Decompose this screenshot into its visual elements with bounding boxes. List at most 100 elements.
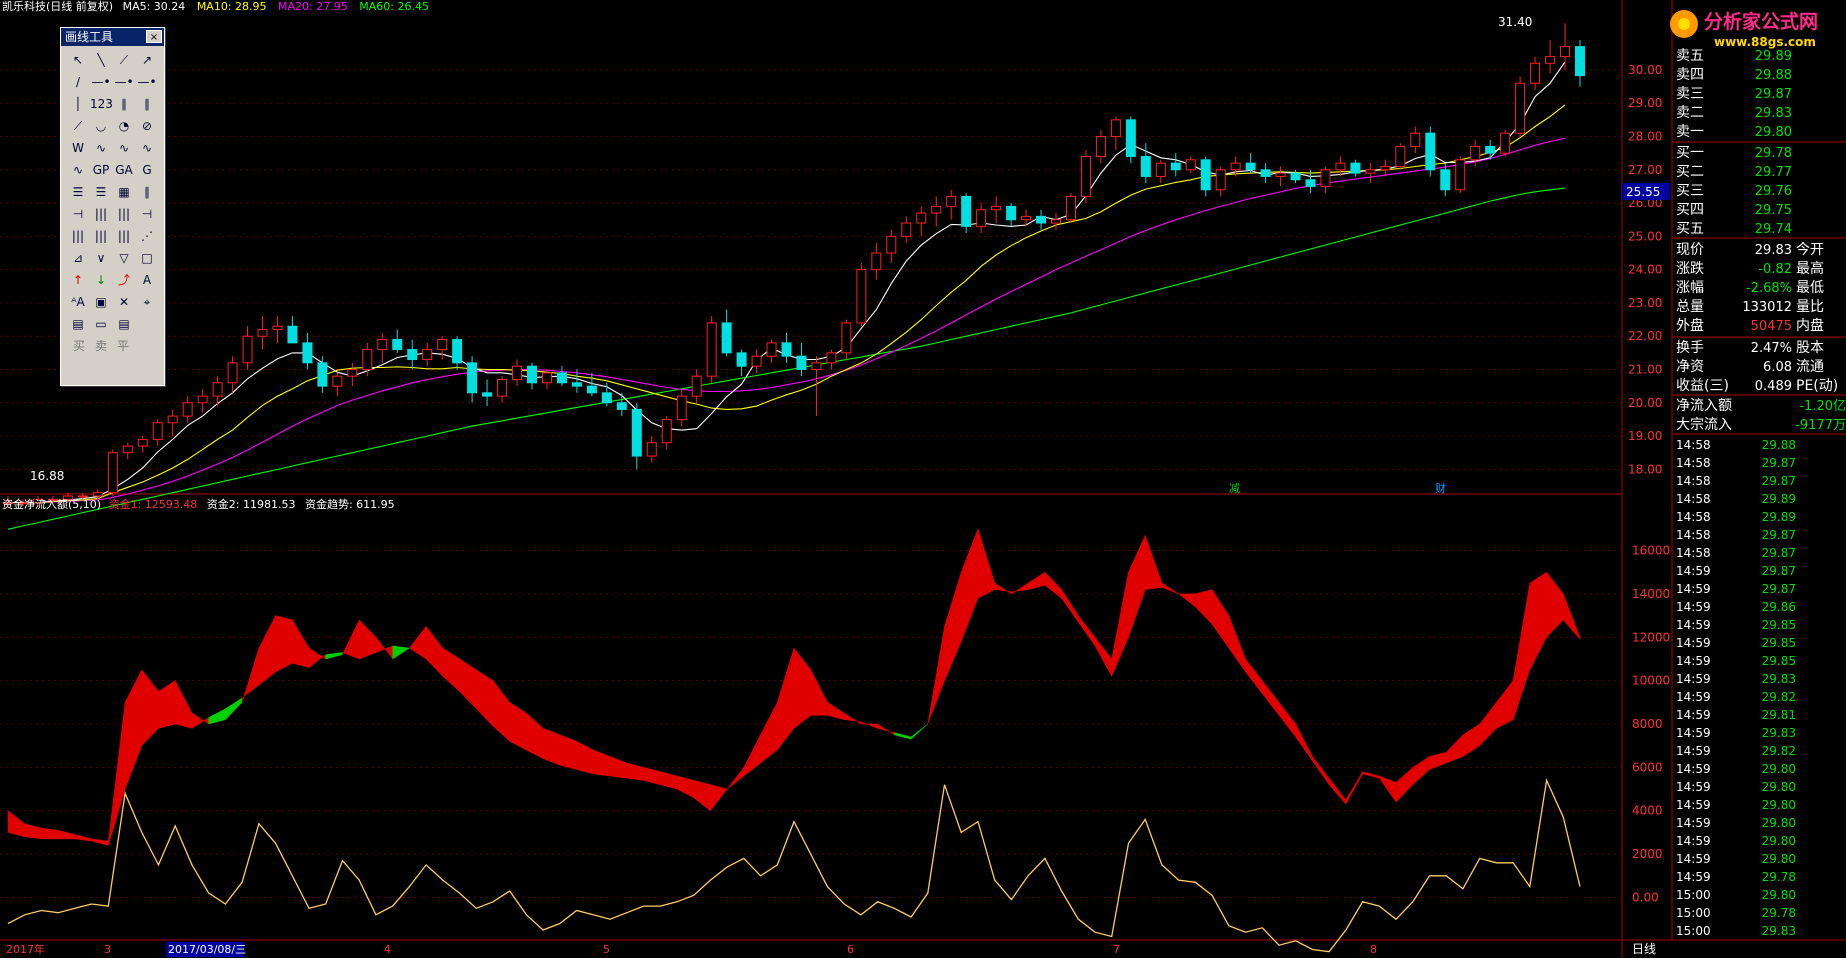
candle-body[interactable] [362,349,373,370]
drawing-tool-icon-24[interactable]: ☰ [67,181,89,203]
candle-body[interactable] [1110,119,1121,137]
candle-body[interactable] [1545,56,1556,64]
candle-body[interactable] [1515,82,1526,134]
drawing-tool-icon-9[interactable]: 123 [90,93,113,115]
candle-body[interactable] [452,339,463,364]
candle-body[interactable] [736,352,747,367]
drawing-tool-icon-13[interactable]: ◡ [90,115,112,137]
drawing-tool-icon-42[interactable]: ⤴ [113,269,135,291]
candle-body[interactable] [826,352,837,364]
candle-body[interactable] [272,325,283,331]
candle-body[interactable] [886,235,897,254]
candle-body[interactable] [1155,162,1166,177]
candle-body[interactable] [541,372,552,384]
chart-canvas[interactable]: 30.0029.0028.0027.0026.0025.0024.0023.00… [0,0,1846,958]
drawing-tool-icon-28[interactable]: ⊣ [67,203,89,225]
candle-body[interactable] [347,369,358,377]
candle-body[interactable] [766,342,777,357]
candle-body[interactable] [512,365,523,380]
drawing-tool-icon-19[interactable]: ∿ [136,137,158,159]
drawing-tool-icon-51[interactable] [136,313,158,335]
drawing-tool-icon-29[interactable]: ||| [90,203,112,225]
drawing-tool-icon-21[interactable]: GP [90,159,112,181]
drawing-tool-icon-34[interactable]: ||| [113,225,135,247]
candle-body[interactable] [631,408,642,457]
candle-body[interactable] [137,438,148,447]
candle-body[interactable] [1260,169,1271,177]
candle-body[interactable] [841,322,852,354]
drawing-tool-icon-49[interactable]: ▭ [90,313,112,335]
candle-body[interactable] [122,445,133,454]
candle-body[interactable] [1305,179,1316,187]
drawing-tool-icon-17[interactable]: ∿ [90,137,112,159]
drawing-tool-icon-23[interactable]: G [136,159,158,181]
drawing-tool-icon-39[interactable]: □ [136,247,158,269]
candle-body[interactable] [1440,169,1451,191]
candle-body[interactable] [1006,205,1017,221]
drawing-tool-icon-36[interactable]: ⊿ [67,247,89,269]
period-label[interactable]: 日线 [1632,942,1656,956]
candle-body[interactable] [721,322,732,354]
candle-body[interactable] [676,395,687,420]
candle-body[interactable] [407,349,418,361]
candle-body[interactable] [77,495,88,498]
candle-body[interactable] [92,492,103,497]
candle-body[interactable] [257,329,268,337]
candle-body[interactable] [1140,155,1151,177]
candle-body[interactable] [1170,162,1181,171]
candle-body[interactable] [467,362,478,394]
candle-body[interactable] [646,442,657,457]
sell-button[interactable]: 卖 [95,337,107,354]
drawing-tool-icon-48[interactable]: ▤ [67,313,89,335]
candle-body[interactable] [1425,132,1436,171]
candle-body[interactable] [482,392,493,397]
candle-body[interactable] [1080,155,1091,197]
candle-body[interactable] [1021,215,1032,221]
drawing-tool-icon-40[interactable]: ↑ [67,269,89,291]
marker-finance[interactable]: 财 [1435,481,1446,495]
drawing-tool-icon-20[interactable]: ∿ [67,159,89,181]
drawing-tool-icon-1[interactable]: ╲ [90,49,112,71]
drawing-tool-icon-11[interactable]: ∥ [136,93,158,115]
candle-body[interactable] [1560,46,1571,58]
candle-body[interactable] [1036,215,1047,224]
drawing-toolbar[interactable]: 画线工具 × ↖ ╲ ⟋ ↗ / —• —• —• │ 123 ∥ ∥ ⟋ ◡ ◔ ⊘ W ∿ ∿ ∿ ∿ GP GA G ☰ ☰… [60,27,165,386]
candle-body[interactable] [616,402,627,410]
candle-body[interactable] [1095,136,1106,157]
drawing-tool-icon-22[interactable]: GA [113,159,135,181]
drawing-tool-icon-15[interactable]: ⊘ [136,115,158,137]
drawing-tool-icon-0[interactable]: ↖ [67,49,89,71]
drawing-tool-icon-14[interactable]: ◔ [113,115,135,137]
candle-body[interactable] [901,222,912,237]
candle-body[interactable] [1335,162,1346,171]
candle-body[interactable] [1320,169,1331,187]
drawing-tool-icon-30[interactable]: ||| [113,203,135,225]
candle-body[interactable] [437,339,448,351]
candle-body[interactable] [1410,132,1421,147]
drawing-tool-icon-37[interactable]: ∨ [90,247,112,269]
candle-body[interactable] [571,382,582,387]
candle-body[interactable] [1051,219,1061,224]
candle-body[interactable] [1485,145,1496,154]
site-logo[interactable]: 分析家公式网 www.88gs.com [1670,10,1818,49]
candle-body[interactable] [586,385,597,394]
candle-body[interactable] [946,195,957,207]
candle-body[interactable] [227,362,238,384]
drawing-tool-icon-8[interactable]: │ [67,93,89,115]
candle-body[interactable] [691,375,702,397]
drawing-tool-icon-44[interactable]: ᴬA [67,291,89,313]
drawing-tool-icon-46[interactable]: ✕ [113,291,135,313]
candle-body[interactable] [916,212,927,224]
close-position-button[interactable]: 平 [117,337,129,354]
drawing-tool-icon-41[interactable]: ↓ [90,269,112,291]
candle-body[interactable] [1350,162,1361,174]
candle-body[interactable] [1500,132,1511,154]
candle-body[interactable] [1185,159,1196,171]
drawing-tool-icon-27[interactable]: ∥ [136,181,158,203]
candle-body[interactable] [991,205,1002,211]
candle-body[interactable] [152,422,163,440]
candle-body[interactable] [1215,169,1226,191]
drawing-tool-icon-3[interactable]: ↗ [136,49,158,71]
drawing-tool-icon-26[interactable]: ▦ [113,181,135,203]
candle-body[interactable] [317,362,328,387]
